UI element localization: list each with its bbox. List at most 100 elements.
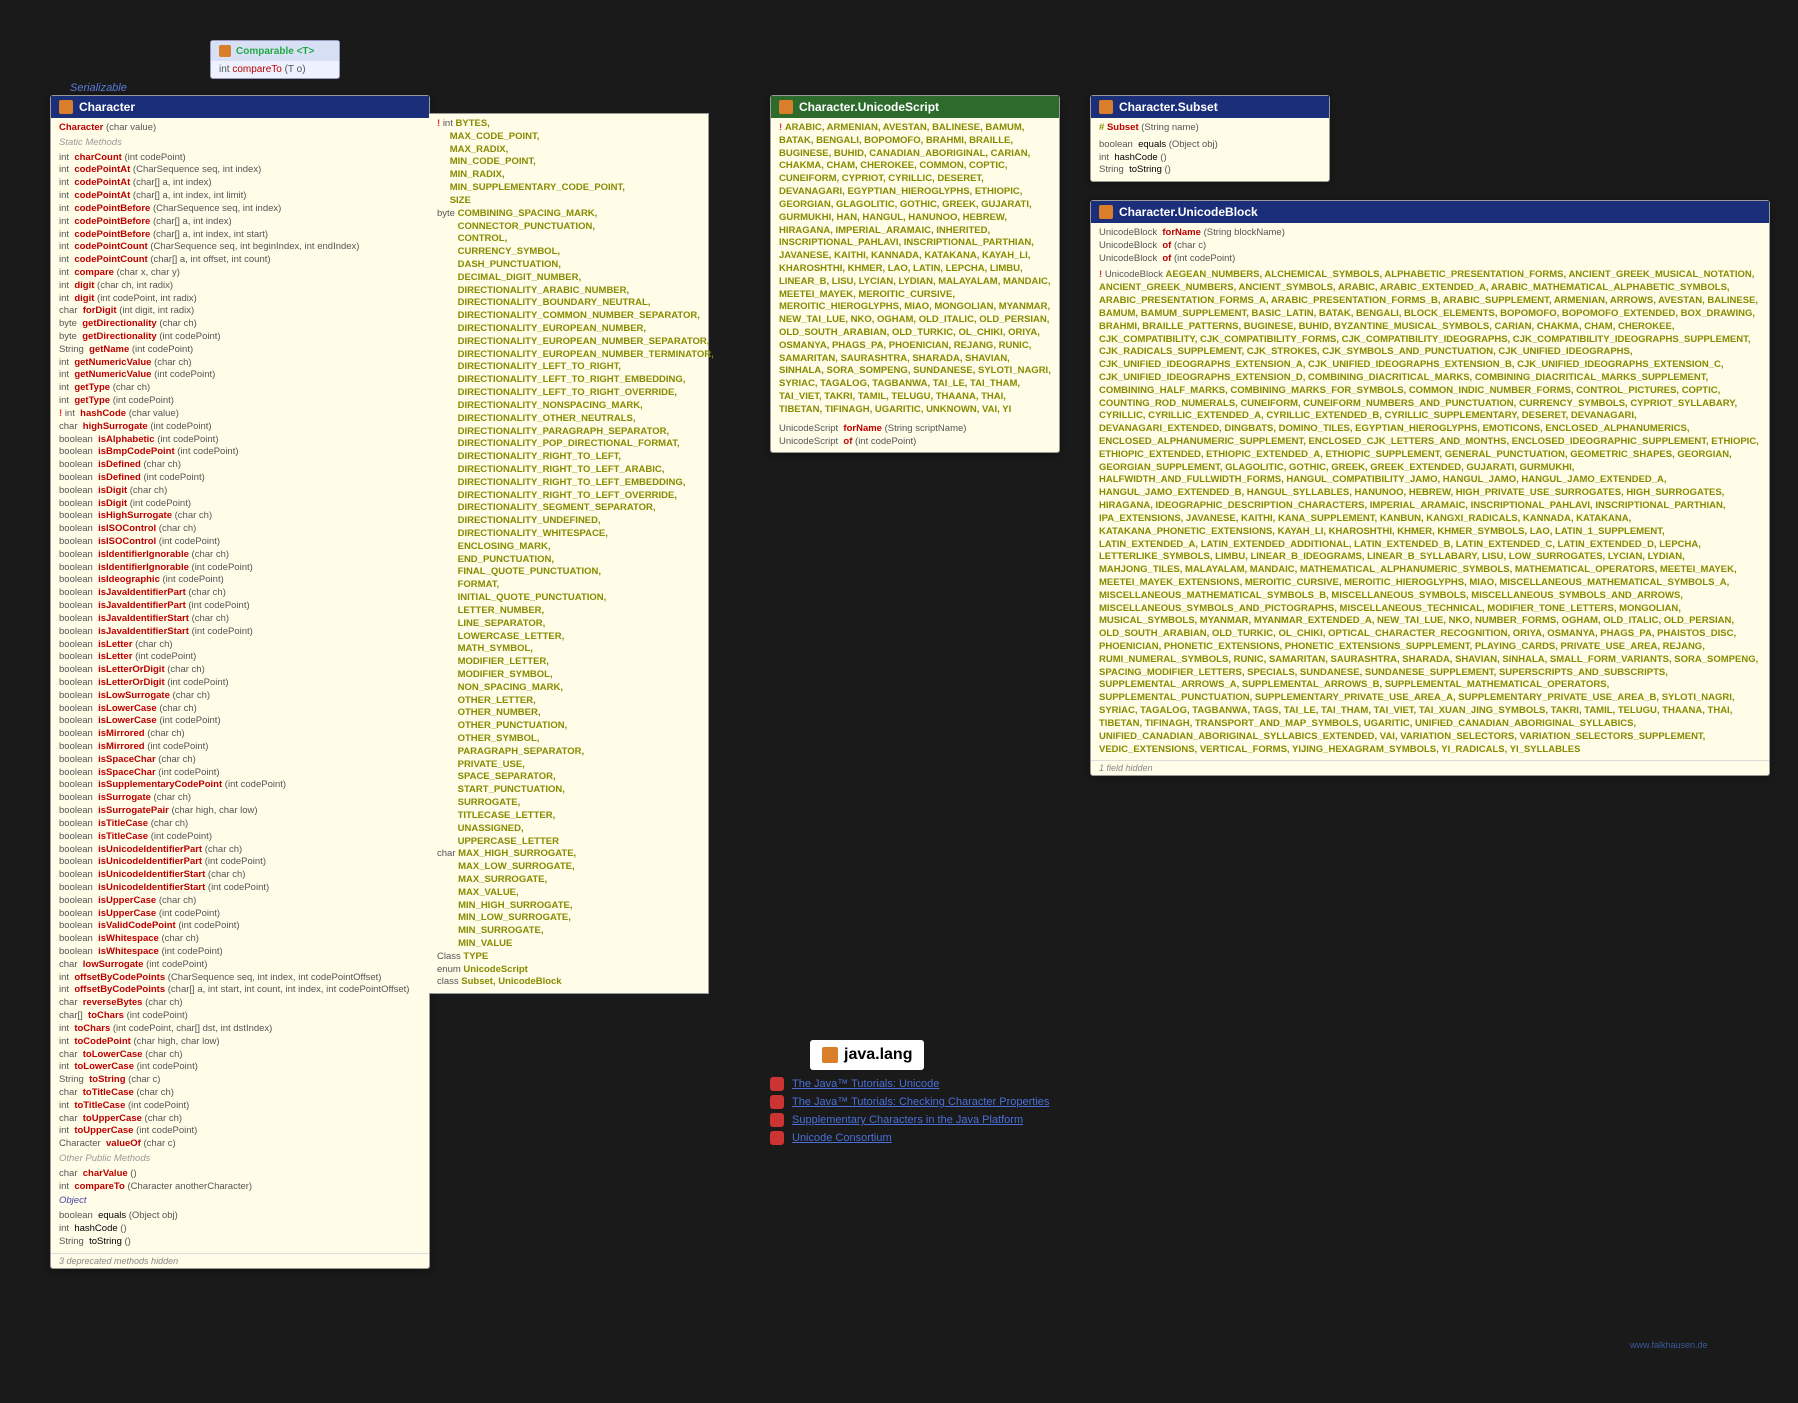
reference-link[interactable]: Unicode Consortium	[770, 1129, 1049, 1147]
constant: byte SURROGATE,	[437, 797, 700, 810]
method-row: boolean isSurrogate (char ch)	[59, 792, 421, 805]
method-row: int codePointAt (CharSequence seq, int i…	[59, 164, 421, 177]
method-row: boolean isUnicodeIdentifierPart (char ch…	[59, 844, 421, 857]
method-row: boolean isUpperCase (int codePoint)	[59, 908, 421, 921]
method-row: boolean isIdentifierIgnorable (char ch)	[59, 549, 421, 562]
method-row: UnicodeBlock of (int codePoint)	[1099, 253, 1761, 266]
method-row: int codePointCount (char[] a, int offset…	[59, 254, 421, 267]
method-row: boolean isJavaIdentifierPart (char ch)	[59, 587, 421, 600]
constant: byte OTHER_LETTER,	[437, 695, 700, 708]
section-other: Other Public Methods	[59, 1153, 421, 1166]
constant: byte DIRECTIONALITY_OTHER_NEUTRALS,	[437, 413, 700, 426]
method-row: boolean isDefined (int codePoint)	[59, 472, 421, 485]
method-row: int digit (int codePoint, int radix)	[59, 293, 421, 306]
constant: int SIZE	[437, 195, 700, 208]
method-row: UnicodeBlock of (char c)	[1099, 240, 1761, 253]
method-row: ! int hashCode (char value)	[59, 408, 421, 421]
method-row: String toString (char c)	[59, 1074, 421, 1087]
constant: byte DIRECTIONALITY_PARAGRAPH_SEPARATOR,	[437, 426, 700, 439]
constant: char MIN_SURROGATE,	[437, 925, 700, 938]
constant: byte UNASSIGNED,	[437, 823, 700, 836]
constant: byte FINAL_QUOTE_PUNCTUATION,	[437, 566, 700, 579]
constant: byte SPACE_SEPARATOR,	[437, 771, 700, 784]
method-row: int getNumericValue (int codePoint)	[59, 369, 421, 382]
constant: char MAX_LOW_SURROGATE,	[437, 861, 700, 874]
method-row: boolean isSpaceChar (int codePoint)	[59, 767, 421, 780]
constant: char MIN_VALUE	[437, 938, 700, 951]
constant: byte MODIFIER_LETTER,	[437, 656, 700, 669]
method-row: boolean isSpaceChar (char ch)	[59, 754, 421, 767]
constant: byte DIRECTIONALITY_EUROPEAN_NUMBER,	[437, 323, 700, 336]
constant: byte DIRECTIONALITY_RIGHT_TO_LEFT,	[437, 451, 700, 464]
method-row: boolean isIdentifierIgnorable (int codeP…	[59, 562, 421, 575]
object-method-list: boolean equals (Object obj)int hashCode …	[59, 1210, 421, 1248]
method-row: int toTitleCase (int codePoint)	[59, 1100, 421, 1113]
constant: byte DIRECTIONALITY_NONSPACING_MARK,	[437, 400, 700, 413]
method-row: boolean isJavaIdentifierStart (char ch)	[59, 613, 421, 626]
constant: byte PARAGRAPH_SEPARATOR,	[437, 746, 700, 759]
constant: byte LOWERCASE_LETTER,	[437, 631, 700, 644]
method-row: boolean isValidCodePoint (int codePoint)	[59, 920, 421, 933]
constant: byte DECIMAL_DIGIT_NUMBER,	[437, 272, 700, 285]
reference-link[interactable]: Supplementary Characters in the Java Pla…	[770, 1111, 1049, 1129]
method-row: int toUpperCase (int codePoint)	[59, 1125, 421, 1138]
reference-link[interactable]: The Java™ Tutorials: Checking Character …	[770, 1093, 1049, 1111]
other-method-list: char charValue ()int compareTo (Characte…	[59, 1168, 421, 1194]
constant: Class TYPE	[437, 951, 700, 964]
method-row: boolean isLetterOrDigit (int codePoint)	[59, 677, 421, 690]
constant: byte OTHER_SYMBOL,	[437, 733, 700, 746]
method-row: char[] toChars (int codePoint)	[59, 1010, 421, 1023]
method-row: boolean equals (Object obj)	[59, 1210, 421, 1223]
constant: byte LETTER_NUMBER,	[437, 605, 700, 618]
constant: byte OTHER_PUNCTUATION,	[437, 720, 700, 733]
constant: byte DIRECTIONALITY_LEFT_TO_RIGHT_EMBEDD…	[437, 374, 700, 387]
constant: byte UPPERCASE_LETTER	[437, 836, 700, 849]
method-row: boolean isWhitespace (char ch)	[59, 933, 421, 946]
constant: byte MODIFIER_SYMBOL,	[437, 669, 700, 682]
constant: byte DIRECTIONALITY_SEGMENT_SEPARATOR,	[437, 502, 700, 515]
constant: char MAX_HIGH_SURROGATE,	[437, 848, 700, 861]
constants-column: ! int BYTES,int MAX_CODE_POINT,int MAX_R…	[429, 113, 709, 994]
footer-note: 3 deprecated methods hidden	[51, 1253, 429, 1268]
constant: byte DIRECTIONALITY_EUROPEAN_NUMBER_TERM…	[437, 349, 700, 362]
method-row: int getType (char ch)	[59, 382, 421, 395]
method-row: int compareTo (Character anotherCharacte…	[59, 1181, 421, 1194]
method-row: int charCount (int codePoint)	[59, 152, 421, 165]
constant: byte MATH_SYMBOL,	[437, 643, 700, 656]
unicodescript-class: Character.UnicodeScript ! ARABIC, ARMENI…	[770, 95, 1060, 453]
link-icon	[770, 1113, 784, 1127]
method-row: int offsetByCodePoints (CharSequence seq…	[59, 972, 421, 985]
class-header: Character.UnicodeBlock	[1091, 201, 1769, 223]
method-row: boolean isISOControl (char ch)	[59, 523, 421, 536]
method-row: boolean equals (Object obj)	[1099, 139, 1321, 152]
method-row: boolean isBmpCodePoint (int codePoint)	[59, 446, 421, 459]
method-row: boolean isUpperCase (char ch)	[59, 895, 421, 908]
class-header: Character.UnicodeScript	[771, 96, 1059, 118]
constant: class Subset, UnicodeBlock	[437, 976, 700, 989]
reference-link[interactable]: The Java™ Tutorials: Unicode	[770, 1075, 1049, 1093]
constant: byte DIRECTIONALITY_COMMON_NUMBER_SEPARA…	[437, 310, 700, 323]
constant: byte DIRECTIONALITY_RIGHT_TO_LEFT_EMBEDD…	[437, 477, 700, 490]
section-static: Static Methods	[59, 137, 421, 150]
method-row: boolean isLetter (char ch)	[59, 639, 421, 652]
method-row: char charValue ()	[59, 1168, 421, 1181]
method-row: boolean isUnicodeIdentifierStart (int co…	[59, 882, 421, 895]
method-row: int toChars (int codePoint, char[] dst, …	[59, 1023, 421, 1036]
method-row: char toUpperCase (char ch)	[59, 1113, 421, 1126]
method-row: byte getDirectionality (int codePoint)	[59, 331, 421, 344]
method-row: boolean isLetterOrDigit (char ch)	[59, 664, 421, 677]
constant: int MAX_RADIX,	[437, 144, 700, 157]
constant: byte DIRECTIONALITY_EUROPEAN_NUMBER_SEPA…	[437, 336, 700, 349]
method-row: char forDigit (int digit, int radix)	[59, 305, 421, 318]
constant: byte DIRECTIONALITY_POP_DIRECTIONAL_FORM…	[437, 438, 700, 451]
constant: char MIN_LOW_SURROGATE,	[437, 912, 700, 925]
constant: byte COMBINING_SPACING_MARK,	[437, 208, 700, 221]
constant: byte DIRECTIONALITY_RIGHT_TO_LEFT_OVERRI…	[437, 490, 700, 503]
constant: byte ENCLOSING_MARK,	[437, 541, 700, 554]
method-row: boolean isUnicodeIdentifierStart (char c…	[59, 869, 421, 882]
method-row: int hashCode ()	[59, 1223, 421, 1236]
method-row: boolean isLetter (int codePoint)	[59, 651, 421, 664]
method-row: char lowSurrogate (int codePoint)	[59, 959, 421, 972]
method-row: int hashCode ()	[1099, 152, 1321, 165]
method-row: char highSurrogate (int codePoint)	[59, 421, 421, 434]
